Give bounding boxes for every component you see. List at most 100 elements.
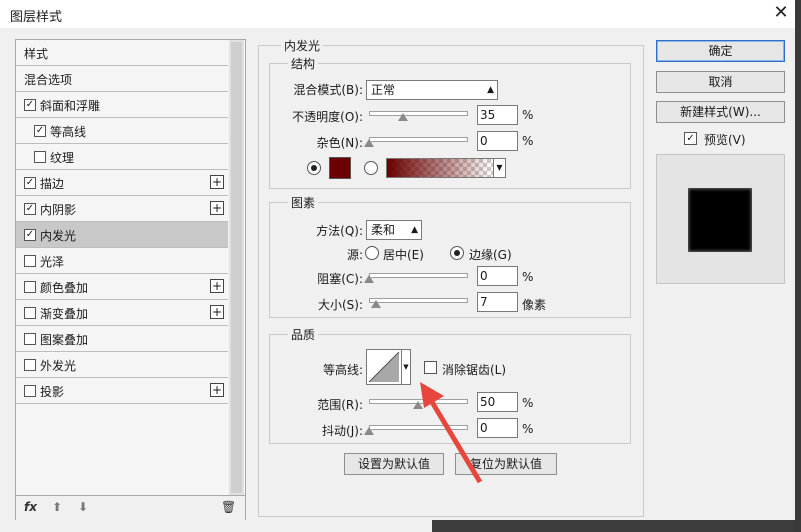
list-item-label: 投影 bbox=[40, 385, 65, 399]
ok-button[interactable]: 确定 bbox=[656, 40, 785, 62]
list-scrollbar[interactable] bbox=[229, 40, 244, 495]
list-item-checkbox[interactable] bbox=[24, 255, 36, 267]
list-item-checkbox[interactable] bbox=[24, 99, 36, 111]
glow-color-swatch[interactable] bbox=[329, 157, 351, 179]
list-item[interactable]: 投影 + bbox=[16, 378, 228, 404]
layer-style-dialog: 图层样式 ✕ 样式混合选项斜面和浮雕等高线纹理描边 + 内阴影 + 内发光光泽颜色叠加 +… bbox=[0, 0, 795, 532]
blend-mode-value: 正常 bbox=[371, 83, 396, 97]
contour-label: 等高线: bbox=[322, 363, 363, 377]
new-style-button[interactable]: 新建样式(W)... bbox=[656, 101, 785, 123]
blend-mode-select[interactable]: 正常 ▲ bbox=[366, 80, 498, 100]
noise-label: 杂色(N): bbox=[316, 136, 363, 150]
list-item-label: 描边 bbox=[40, 177, 65, 191]
add-effect-icon[interactable]: + bbox=[210, 175, 224, 189]
list-item[interactable]: 混合选项 bbox=[16, 66, 228, 92]
move-up-icon[interactable]: ⬆ bbox=[52, 500, 62, 514]
noise-slider[interactable] bbox=[369, 137, 468, 142]
list-item[interactable]: 纹理 bbox=[16, 144, 228, 170]
title-bar: 图层样式 ✕ bbox=[0, 0, 795, 28]
list-item[interactable]: 描边 + bbox=[16, 170, 228, 196]
gradient-radio[interactable] bbox=[364, 161, 378, 175]
add-effect-icon[interactable]: + bbox=[210, 279, 224, 293]
choke-slider[interactable] bbox=[369, 273, 468, 278]
jitter-unit: % bbox=[522, 422, 534, 436]
method-select[interactable]: 柔和 ▲ bbox=[366, 220, 422, 240]
structure-title: 结构 bbox=[288, 55, 319, 72]
source-label: 源: bbox=[346, 248, 363, 262]
opacity-slider-knob[interactable] bbox=[397, 113, 408, 121]
list-item[interactable]: 图案叠加 bbox=[16, 326, 228, 352]
list-item-label: 斜面和浮雕 bbox=[40, 99, 101, 113]
style-list: 样式混合选项斜面和浮雕等高线纹理描边 + 内阴影 + 内发光光泽颜色叠加 + 渐变叠加 + 图案… bbox=[15, 39, 246, 520]
list-item-label: 图案叠加 bbox=[40, 333, 89, 347]
list-item-label: 等高线 bbox=[50, 125, 87, 139]
list-item-checkbox[interactable] bbox=[24, 281, 36, 293]
cancel-button[interactable]: 取消 bbox=[656, 71, 785, 93]
list-item[interactable]: 斜面和浮雕 bbox=[16, 92, 228, 118]
choke-slider-knob[interactable] bbox=[364, 275, 374, 283]
gradient-dropdown-icon[interactable]: ▼ bbox=[493, 158, 506, 178]
close-icon[interactable]: ✕ bbox=[770, 2, 792, 24]
list-item[interactable]: 渐变叠加 + bbox=[16, 300, 228, 326]
size-field[interactable]: 7 bbox=[477, 292, 518, 312]
blend-mode-label: 混合模式(B): bbox=[293, 83, 363, 97]
size-slider[interactable] bbox=[369, 298, 468, 303]
source-center-radio[interactable] bbox=[365, 246, 379, 260]
method-label: 方法(Q): bbox=[316, 224, 363, 238]
list-item-label: 内发光 bbox=[40, 229, 77, 243]
opacity-field[interactable]: 35 bbox=[477, 105, 518, 125]
list-item-checkbox[interactable] bbox=[24, 333, 36, 345]
list-item-label: 渐变叠加 bbox=[40, 307, 89, 321]
choke-field[interactable]: 0 bbox=[477, 266, 518, 286]
list-item[interactable]: 等高线 bbox=[16, 118, 228, 144]
jitter-slider-knob[interactable] bbox=[364, 427, 374, 435]
list-item-checkbox[interactable] bbox=[24, 359, 36, 371]
list-item[interactable]: 光泽 bbox=[16, 248, 228, 274]
source-center-label: 居中(E) bbox=[383, 248, 424, 262]
range-unit: % bbox=[522, 396, 534, 410]
panel-title: 内发光 bbox=[281, 37, 324, 54]
list-item-label: 样式 bbox=[24, 47, 49, 61]
list-item-label: 内阴影 bbox=[40, 203, 77, 217]
method-value: 柔和 bbox=[371, 223, 396, 237]
range-label: 范围(R): bbox=[317, 398, 363, 412]
jitter-label: 抖动(J): bbox=[322, 424, 363, 438]
trash-icon[interactable]: 🗑 bbox=[221, 500, 236, 514]
preview-checkbox[interactable]: ✓ bbox=[684, 132, 697, 145]
background-edge bbox=[795, 0, 801, 532]
noise-slider-knob[interactable] bbox=[364, 139, 374, 147]
window-title: 图层样式 bbox=[10, 10, 63, 25]
list-item-label: 混合选项 bbox=[24, 73, 73, 87]
list-item[interactable]: 样式 bbox=[16, 40, 228, 66]
size-slider-knob[interactable] bbox=[370, 300, 381, 308]
list-item-checkbox[interactable] bbox=[24, 385, 36, 397]
list-item-checkbox[interactable] bbox=[24, 177, 36, 189]
list-item[interactable]: 外发光 bbox=[16, 352, 228, 378]
list-item-checkbox[interactable] bbox=[24, 229, 36, 241]
solid-color-radio[interactable] bbox=[307, 161, 321, 175]
list-item[interactable]: 内阴影 + bbox=[16, 196, 228, 222]
gradient-picker[interactable] bbox=[386, 158, 494, 178]
choke-label: 阻塞(C): bbox=[317, 272, 363, 286]
move-down-icon[interactable]: ⬇ bbox=[78, 500, 88, 514]
list-item-checkbox[interactable] bbox=[34, 151, 46, 163]
list-item[interactable]: 内发光 bbox=[16, 222, 228, 248]
list-item-checkbox[interactable] bbox=[24, 307, 36, 319]
quality-title: 品质 bbox=[288, 326, 319, 343]
list-item-checkbox[interactable] bbox=[34, 125, 46, 137]
scrollbar-thumb[interactable] bbox=[231, 42, 242, 493]
antialias-checkbox[interactable] bbox=[424, 361, 437, 374]
add-effect-icon[interactable]: + bbox=[210, 305, 224, 319]
opacity-slider[interactable] bbox=[369, 111, 468, 116]
list-item-checkbox[interactable] bbox=[24, 203, 36, 215]
list-item[interactable]: 颜色叠加 + bbox=[16, 274, 228, 300]
fx-icon[interactable]: fx bbox=[24, 500, 37, 514]
size-unit: 像素 bbox=[522, 298, 547, 312]
size-label: 大小(S): bbox=[317, 298, 363, 312]
source-edge-radio[interactable] bbox=[450, 246, 464, 260]
add-effect-icon[interactable]: + bbox=[210, 201, 224, 215]
noise-field[interactable]: 0 bbox=[477, 131, 518, 151]
add-effect-icon[interactable]: + bbox=[210, 383, 224, 397]
annotation-arrow bbox=[420, 382, 483, 484]
contour-picker[interactable] bbox=[366, 349, 402, 385]
